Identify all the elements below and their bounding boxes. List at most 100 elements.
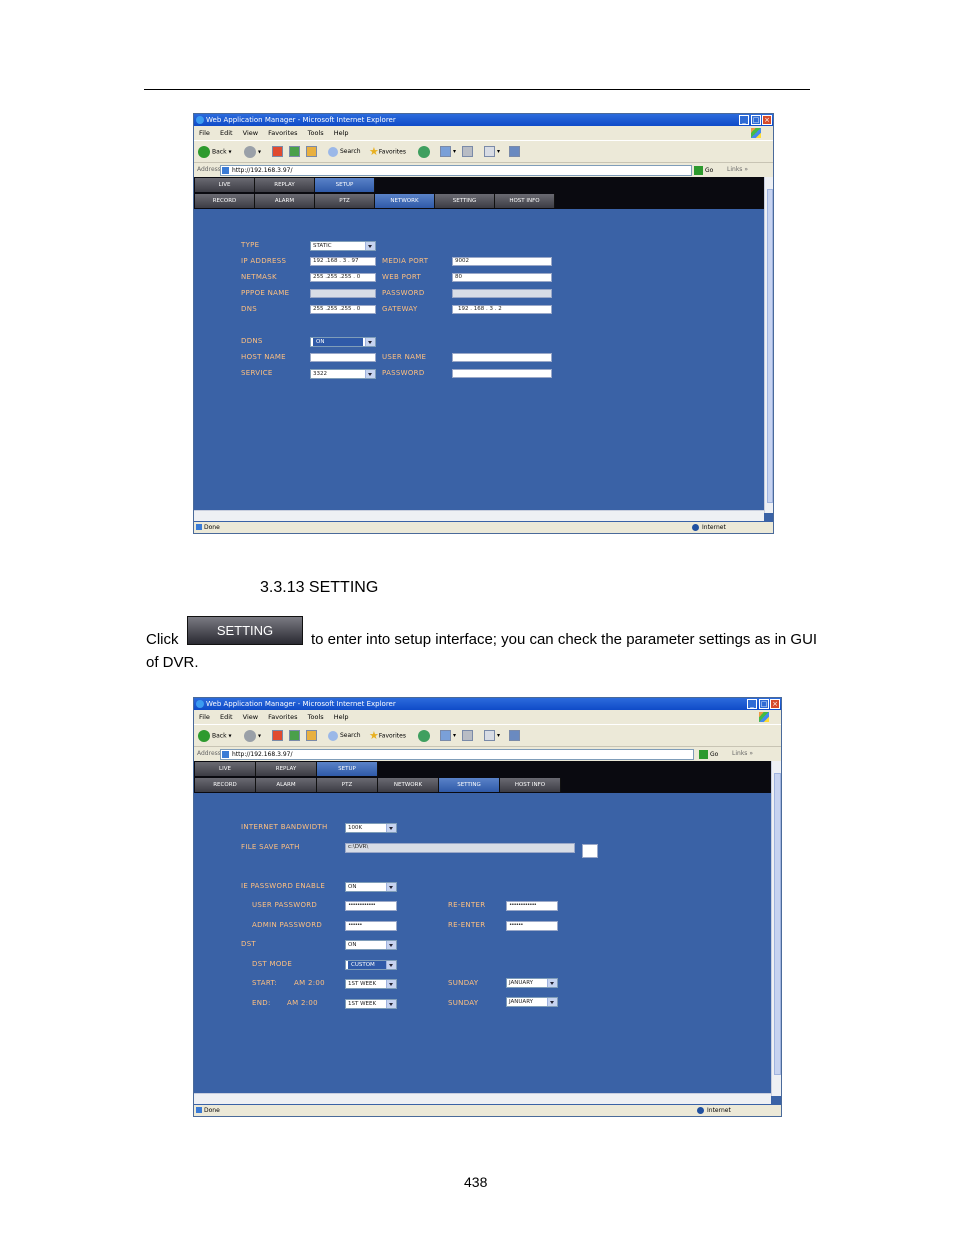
- print-button[interactable]: [462, 146, 475, 158]
- menu-help[interactable]: Help: [334, 129, 349, 137]
- forward-button[interactable]: ▾: [244, 146, 261, 158]
- scroll-thumb[interactable]: [774, 773, 781, 1075]
- tab-network[interactable]: NETWORK: [378, 778, 439, 792]
- nav-replay[interactable]: REPLAY: [255, 178, 315, 192]
- minimize-icon[interactable]: _: [747, 699, 757, 709]
- go-button[interactable]: Go: [694, 165, 713, 176]
- nav-replay[interactable]: REPLAY: [256, 762, 317, 776]
- home-button[interactable]: [306, 146, 319, 158]
- print-button[interactable]: [462, 730, 475, 742]
- user-password-field[interactable]: ••••••••••••: [345, 901, 397, 911]
- menu-help[interactable]: Help: [334, 713, 349, 721]
- dst-select[interactable]: ON: [345, 940, 397, 950]
- menu-view[interactable]: View: [243, 129, 258, 137]
- web-port-field[interactable]: 80: [452, 273, 552, 282]
- tab-record[interactable]: RECORD: [195, 194, 255, 208]
- maximize-icon[interactable]: □: [759, 699, 769, 709]
- history-button[interactable]: [418, 730, 432, 742]
- menu-file[interactable]: File: [199, 129, 210, 137]
- file-save-path-field[interactable]: c:\DVR\: [345, 843, 575, 853]
- favorites-button[interactable]: ★Favorites: [369, 730, 406, 742]
- admin-password-field[interactable]: ••••••: [345, 921, 397, 931]
- browse-button[interactable]: [582, 844, 598, 858]
- tab-host-info[interactable]: HOST INFO: [495, 194, 555, 208]
- address-input[interactable]: http://192.168.3.97/: [220, 749, 694, 760]
- ddns-select[interactable]: ON: [310, 337, 376, 347]
- horizontal-scrollbar[interactable]: [194, 510, 764, 521]
- menu-tools[interactable]: Tools: [308, 713, 324, 721]
- messenger-button[interactable]: [509, 730, 522, 742]
- scroll-thumb[interactable]: [767, 189, 773, 503]
- tab-record[interactable]: RECORD: [195, 778, 256, 792]
- minimize-icon[interactable]: _: [739, 115, 749, 125]
- start-week-select[interactable]: 1ST WEEK: [345, 979, 397, 989]
- edit-button[interactable]: ▾: [484, 730, 500, 742]
- menu-favorites[interactable]: Favorites: [268, 129, 297, 137]
- mail-button[interactable]: ▾: [440, 146, 456, 158]
- menu-edit[interactable]: Edit: [220, 129, 233, 137]
- start-month-select[interactable]: JANUARY: [506, 978, 558, 988]
- tab-alarm[interactable]: ALARM: [255, 194, 315, 208]
- ie-password-select[interactable]: ON: [345, 882, 397, 892]
- bandwidth-select[interactable]: 100K: [345, 823, 397, 833]
- type-select[interactable]: STATIC: [310, 241, 376, 251]
- re-enter-admin-field[interactable]: ••••••: [506, 921, 558, 931]
- mail-button[interactable]: ▾: [440, 730, 456, 742]
- close-icon[interactable]: ×: [762, 115, 772, 125]
- stop-button[interactable]: [272, 730, 285, 742]
- tab-host-info[interactable]: HOST INFO: [500, 778, 561, 792]
- horizontal-scrollbar[interactable]: [194, 1093, 771, 1104]
- menu-edit[interactable]: Edit: [220, 713, 233, 721]
- ddns-password-field[interactable]: [452, 369, 552, 378]
- menu-favorites[interactable]: Favorites: [268, 713, 297, 721]
- nav-setup[interactable]: SETUP: [315, 178, 375, 192]
- tab-setting[interactable]: SETTING: [439, 778, 500, 792]
- back-button[interactable]: Back ▾: [198, 730, 232, 742]
- go-button[interactable]: Go: [699, 749, 718, 760]
- messenger-button[interactable]: [509, 146, 522, 158]
- history-button[interactable]: [418, 146, 432, 158]
- tab-alarm[interactable]: ALARM: [256, 778, 317, 792]
- media-port-field[interactable]: 9002: [452, 257, 552, 266]
- forward-button[interactable]: ▾: [244, 730, 261, 742]
- end-week-select[interactable]: 1ST WEEK: [345, 999, 397, 1009]
- maximize-icon[interactable]: □: [751, 115, 761, 125]
- vertical-scrollbar[interactable]: [764, 177, 773, 513]
- user-name-field[interactable]: [452, 353, 552, 362]
- pppoe-name-field[interactable]: [310, 289, 376, 298]
- home-button[interactable]: [306, 730, 319, 742]
- re-enter-user-field[interactable]: ••••••••••••: [506, 901, 558, 911]
- nav-live[interactable]: LIVE: [195, 762, 256, 776]
- refresh-button[interactable]: [289, 146, 302, 158]
- search-button[interactable]: Search: [328, 730, 361, 742]
- edit-button[interactable]: ▾: [484, 146, 500, 158]
- menu-file[interactable]: File: [199, 713, 210, 721]
- tab-ptz[interactable]: PTZ: [315, 194, 375, 208]
- password-field[interactable]: [452, 289, 552, 298]
- tab-network[interactable]: NETWORK: [375, 194, 435, 208]
- dns-field[interactable]: 255 .255 .255 . 0: [310, 305, 376, 314]
- back-button[interactable]: Back ▾: [198, 146, 232, 158]
- ip-address-field[interactable]: 192 .168 . 3 . 97: [310, 257, 376, 266]
- dst-mode-select[interactable]: CUSTOM: [345, 960, 397, 970]
- service-select[interactable]: 3322: [310, 369, 376, 379]
- menu-view[interactable]: View: [243, 713, 258, 721]
- end-month-select[interactable]: JANUARY: [506, 997, 558, 1007]
- tab-ptz[interactable]: PTZ: [317, 778, 378, 792]
- links-label[interactable]: Links »: [732, 750, 753, 757]
- vertical-scrollbar[interactable]: [771, 761, 781, 1096]
- netmask-field[interactable]: 255 .255 .255 . 0: [310, 273, 376, 282]
- menu-tools[interactable]: Tools: [308, 129, 324, 137]
- host-name-field[interactable]: [310, 353, 376, 362]
- links-label[interactable]: Links »: [727, 166, 748, 173]
- nav-live[interactable]: LIVE: [195, 178, 255, 192]
- gateway-field[interactable]: 192 . 168 . 3 . 2: [452, 305, 552, 314]
- stop-button[interactable]: [272, 146, 285, 158]
- favorites-button[interactable]: ★Favorites: [369, 146, 406, 158]
- refresh-button[interactable]: [289, 730, 302, 742]
- address-input[interactable]: http://192.168.3.97/: [220, 165, 692, 176]
- nav-setup[interactable]: SETUP: [317, 762, 378, 776]
- search-button[interactable]: Search: [328, 146, 361, 158]
- tab-setting[interactable]: SETTING: [435, 194, 495, 208]
- close-icon[interactable]: ×: [770, 699, 780, 709]
